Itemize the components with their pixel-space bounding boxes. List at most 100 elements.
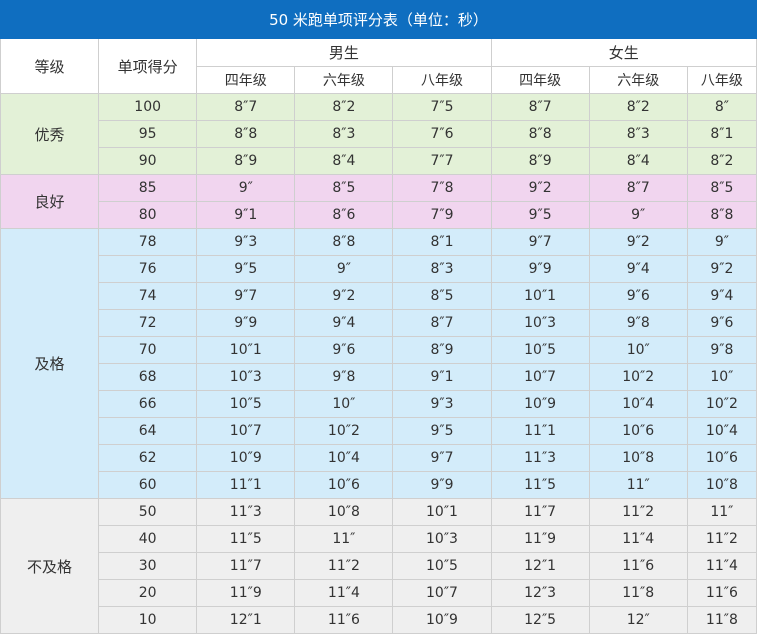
table-body: 优秀 100 8″7 8″2 7″5 8″7 8″2 8″ 95 8″8 8″3 7″6 8″8 8″3 8… bbox=[0, 93, 757, 634]
table-row: 62 10″9 10″4 9″7 11″3 10″8 10″6 bbox=[1, 444, 757, 472]
score-cell: 95 bbox=[98, 120, 198, 148]
time-cell-f6: 10″2 bbox=[588, 363, 688, 391]
time-cell-f8: 9″6 bbox=[686, 309, 757, 337]
time-cell-f8: 11″2 bbox=[686, 525, 757, 553]
table-row: 74 9″7 9″2 8″5 10″1 9″6 9″4 bbox=[1, 282, 757, 310]
time-cell-f4: 11″9 bbox=[490, 525, 590, 553]
time-cell-m6: 8″8 bbox=[294, 228, 394, 256]
time-cell-m4: 9″ bbox=[196, 174, 296, 202]
score-table: 50 米跑单项评分表（单位：秒） 等级 单项得分 男生 女生 四年级 六年级 八… bbox=[0, 0, 757, 634]
score-cell: 50 bbox=[98, 498, 198, 526]
time-cell-m6: 8″4 bbox=[294, 147, 394, 175]
score-cell: 70 bbox=[98, 336, 198, 364]
time-cell-m6: 9″2 bbox=[294, 282, 394, 310]
grade-header: 等级 bbox=[0, 38, 100, 94]
score-cell: 78 bbox=[98, 228, 198, 256]
score-cell: 40 bbox=[98, 525, 198, 553]
time-cell-m4: 10″7 bbox=[196, 417, 296, 445]
table-row: 优秀 100 8″7 8″2 7″5 8″7 8″2 8″ bbox=[0, 93, 757, 175]
grade-label-good: 良好 bbox=[0, 174, 100, 229]
score-cell: 85 bbox=[98, 174, 198, 202]
time-cell-f6: 8″4 bbox=[588, 147, 688, 175]
time-cell-m8: 8″5 bbox=[392, 282, 492, 310]
time-cell-m6: 8″5 bbox=[294, 174, 394, 202]
time-cell-f6: 8″7 bbox=[588, 174, 688, 202]
time-cell-f4: 10″9 bbox=[490, 390, 590, 418]
time-cell-m8: 9″9 bbox=[392, 471, 492, 499]
time-cell-f6: 9″2 bbox=[588, 228, 688, 256]
time-cell-m4: 11″5 bbox=[196, 525, 296, 553]
grade-label-fail: 不及格 bbox=[0, 498, 100, 634]
time-cell-f6: 11″6 bbox=[588, 552, 688, 580]
time-cell-m4: 12″1 bbox=[196, 606, 296, 634]
table-row: 66 10″5 10″ 9″3 10″9 10″4 10″2 bbox=[1, 390, 757, 418]
time-cell-m6: 10″2 bbox=[294, 417, 394, 445]
time-cell-f4: 11″1 bbox=[490, 417, 590, 445]
score-cell: 74 bbox=[98, 282, 198, 310]
male-grade4-header: 四年级 bbox=[196, 66, 296, 94]
score-cell: 90 bbox=[98, 147, 198, 175]
time-cell-f4: 11″3 bbox=[490, 444, 590, 472]
time-cell-m6: 10″ bbox=[294, 390, 394, 418]
time-cell-f8: 8″5 bbox=[686, 174, 757, 202]
time-cell-m4: 8″9 bbox=[196, 147, 296, 175]
score-cell: 20 bbox=[98, 579, 198, 607]
time-cell-m8: 8″7 bbox=[392, 309, 492, 337]
time-cell-m6: 9″8 bbox=[294, 363, 394, 391]
score-cell: 60 bbox=[98, 471, 198, 499]
time-cell-m4: 11″1 bbox=[196, 471, 296, 499]
score-cell: 80 bbox=[98, 201, 198, 229]
time-cell-f6: 12″ bbox=[588, 606, 688, 634]
table-row: 60 11″1 10″6 9″9 11″5 11″ 10″8 bbox=[1, 471, 757, 499]
time-cell-f4: 10″3 bbox=[490, 309, 590, 337]
table-row: 80 9″1 8″6 7″9 9″5 9″ 8″8 bbox=[1, 201, 757, 229]
table-title: 50 米跑单项评分表（单位：秒） bbox=[0, 0, 757, 39]
table-row: 76 9″5 9″ 8″3 9″9 9″4 9″2 bbox=[1, 255, 757, 283]
time-cell-m4: 10″1 bbox=[196, 336, 296, 364]
time-cell-f6: 8″3 bbox=[588, 120, 688, 148]
time-cell-f8: 10″6 bbox=[686, 444, 757, 472]
time-cell-f6: 11″4 bbox=[588, 525, 688, 553]
time-cell-m8: 7″5 bbox=[392, 93, 492, 121]
time-cell-f6: 9″4 bbox=[588, 255, 688, 283]
table-row: 95 8″8 8″3 7″6 8″8 8″3 8″1 bbox=[1, 120, 757, 148]
time-cell-m8: 8″3 bbox=[392, 255, 492, 283]
time-cell-m6: 10″8 bbox=[294, 498, 394, 526]
time-cell-f8: 8″8 bbox=[686, 201, 757, 229]
time-cell-m6: 8″3 bbox=[294, 120, 394, 148]
time-cell-m6: 11″2 bbox=[294, 552, 394, 580]
time-cell-m8: 10″5 bbox=[392, 552, 492, 580]
time-cell-m8: 7″6 bbox=[392, 120, 492, 148]
time-cell-f8: 11″ bbox=[686, 498, 757, 526]
time-cell-m4: 10″5 bbox=[196, 390, 296, 418]
time-cell-f8: 11″8 bbox=[686, 606, 757, 634]
grade-label-excellent: 优秀 bbox=[0, 93, 100, 175]
table-row: 良好 85 9″ 8″5 7″8 9″2 8″7 8″5 bbox=[0, 174, 757, 229]
female-header: 女生 bbox=[490, 38, 757, 67]
table-row: 90 8″9 8″4 7″7 8″9 8″4 8″2 bbox=[1, 147, 757, 175]
time-cell-m4: 9″7 bbox=[196, 282, 296, 310]
female-grade8-header: 八年级 bbox=[686, 66, 757, 94]
time-cell-f8: 9″ bbox=[686, 228, 757, 256]
table-row: 68 10″3 9″8 9″1 10″7 10″2 10″ bbox=[1, 363, 757, 391]
score-cell: 64 bbox=[98, 417, 198, 445]
time-cell-m8: 8″9 bbox=[392, 336, 492, 364]
time-cell-m6: 10″4 bbox=[294, 444, 394, 472]
time-cell-f8: 11″4 bbox=[686, 552, 757, 580]
male-grade6-header: 六年级 bbox=[294, 66, 394, 94]
score-cell: 66 bbox=[98, 390, 198, 418]
time-cell-f4: 11″5 bbox=[490, 471, 590, 499]
time-cell-m8: 9″3 bbox=[392, 390, 492, 418]
time-cell-m4: 8″7 bbox=[196, 93, 296, 121]
time-cell-f6: 11″ bbox=[588, 471, 688, 499]
time-cell-m8: 9″5 bbox=[392, 417, 492, 445]
time-cell-m8: 10″1 bbox=[392, 498, 492, 526]
time-cell-m4: 9″1 bbox=[196, 201, 296, 229]
time-cell-f6: 9″ bbox=[588, 201, 688, 229]
time-cell-m6: 9″ bbox=[294, 255, 394, 283]
time-cell-f4: 10″7 bbox=[490, 363, 590, 391]
time-cell-f8: 9″8 bbox=[686, 336, 757, 364]
table-row: 20 11″9 11″4 10″7 12″3 11″8 11″6 bbox=[1, 579, 757, 607]
score-cell: 30 bbox=[98, 552, 198, 580]
time-cell-m6: 9″6 bbox=[294, 336, 394, 364]
